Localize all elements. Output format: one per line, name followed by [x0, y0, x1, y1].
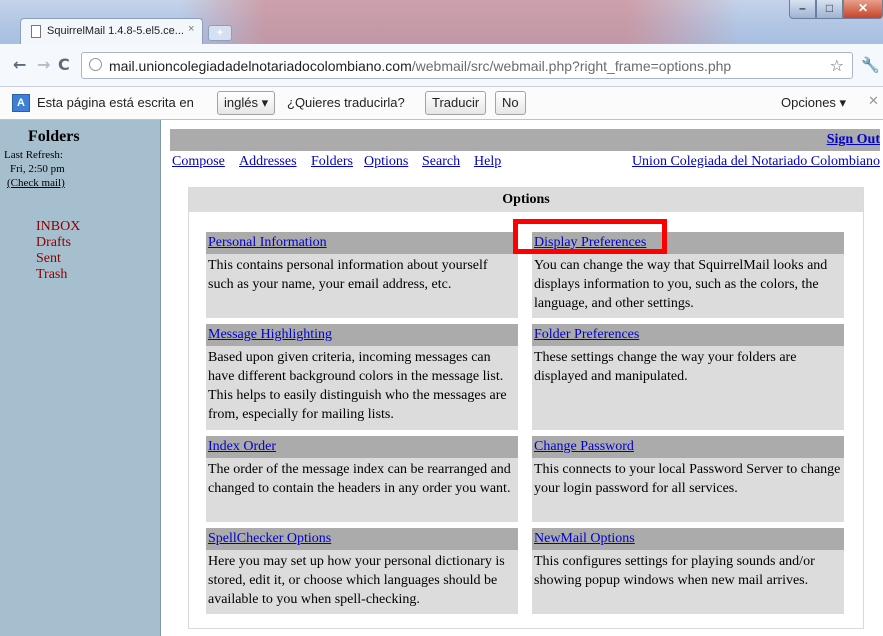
option-title-link[interactable]: Change Password [532, 436, 844, 458]
option-folder-preferences: Folder Preferences These settings change… [532, 324, 844, 430]
translate-message: Esta página está escrita en [37, 95, 194, 110]
folder-sidebar: Folders Last Refresh: Fri, 2:50 pm (Chec… [0, 120, 161, 636]
nav-options[interactable]: Options [364, 154, 408, 170]
folders-heading: Folders [28, 128, 80, 145]
translate-button[interactable]: Traducir [425, 91, 487, 115]
tab-title: SquirrelMail 1.4.8-5.el5.ce... [47, 25, 184, 37]
option-title-link[interactable]: Index Order [206, 436, 518, 458]
folder-trash[interactable]: Trash [36, 267, 67, 283]
option-description: Here you may set up how your personal di… [208, 554, 505, 607]
options-heading: Options [189, 188, 863, 212]
globe-icon [89, 58, 102, 71]
no-translate-button[interactable]: No [495, 91, 526, 115]
option-description: These settings change the way your folde… [534, 350, 797, 384]
option-personal-information: Personal Information This contains perso… [206, 232, 518, 318]
option-spellchecker-options: SpellChecker Options Here you may set up… [206, 528, 518, 614]
infobar-close-icon[interactable]: ✕ [868, 94, 879, 109]
browser-toolbar: ← → C mail.unioncolegiadadelnotariadocol… [0, 44, 883, 87]
forward-arrow-icon[interactable]: → [37, 55, 50, 74]
address-bar[interactable]: mail.unioncolegiadadelnotariadocolombian… [81, 52, 853, 79]
option-title-link[interactable]: Message Highlighting [206, 324, 518, 346]
browser-tab[interactable]: SquirrelMail 1.4.8-5.el5.ce... × [20, 18, 203, 44]
option-message-highlighting: Message Highlighting Based upon given cr… [206, 324, 518, 430]
url-path: /webmail/src/webmail.php?right_frame=opt… [411, 58, 732, 74]
sign-out-link[interactable]: Sign Out [827, 132, 880, 148]
folder-drafts[interactable]: Drafts [36, 235, 71, 251]
wrench-icon[interactable]: 🔧 [861, 56, 880, 74]
back-arrow-icon[interactable]: ← [13, 55, 26, 74]
bookmark-star-icon[interactable]: ☆ [830, 56, 844, 75]
option-description: This connects to your local Password Ser… [534, 462, 841, 496]
translate-options-button[interactable]: Opciones ▾ [781, 95, 846, 111]
nav-folders[interactable]: Folders [311, 154, 353, 170]
option-title-link[interactable]: Folder Preferences [532, 324, 844, 346]
tab-close-icon[interactable]: × [188, 23, 194, 35]
language-select[interactable]: inglés ▾ [217, 91, 276, 115]
url-text: mail.unioncolegiadadelnotariadocolombian… [109, 58, 731, 74]
title-bar-decoration [180, 0, 740, 44]
option-description: This configures settings for playing sou… [534, 554, 815, 588]
translate-infobar: A Esta página está escrita en inglés ▾ ¿… [0, 87, 883, 120]
browser-chrome: SquirrelMail 1.4.8-5.el5.ce... × + – □ ✕… [0, 0, 883, 120]
option-description: The order of the message index can be re… [208, 462, 511, 496]
option-index-order: Index Order The order of the message ind… [206, 436, 518, 522]
top-bar: Sign Out [170, 129, 880, 151]
new-tab-button[interactable]: + [208, 25, 232, 41]
translate-icon: A [12, 94, 30, 112]
organization-link[interactable]: Union Colegiada del Notariado Colombiano [632, 154, 880, 170]
option-description: Based upon given criteria, incoming mess… [208, 350, 507, 422]
option-title-link[interactable]: SpellChecker Options [206, 528, 518, 550]
close-window-button[interactable]: ✕ [843, 0, 883, 19]
title-bar: SquirrelMail 1.4.8-5.el5.ce... × + – □ ✕ [0, 0, 883, 44]
option-newmail-options: NewMail Options This configures settings… [532, 528, 844, 614]
maximize-button[interactable]: □ [816, 0, 843, 19]
folder-sent[interactable]: Sent [36, 251, 61, 267]
option-description: This contains personal information about… [208, 258, 488, 292]
page-icon [31, 25, 41, 38]
reload-icon[interactable]: C [58, 55, 70, 74]
main-frame: Sign Out Compose Addresses Folders Optio… [161, 120, 883, 636]
check-mail-link[interactable]: (Check mail) [7, 177, 65, 189]
last-refresh-label: Last Refresh: [4, 149, 63, 161]
option-change-password: Change Password This connects to your lo… [532, 436, 844, 522]
nav-help[interactable]: Help [474, 154, 501, 170]
option-description: You can change the way that SquirrelMail… [534, 258, 828, 311]
nav-compose[interactable]: Compose [172, 154, 225, 170]
translate-question: ¿Quieres traducirla? [287, 95, 405, 110]
option-title-link[interactable]: NewMail Options [532, 528, 844, 550]
last-refresh-time: Fri, 2:50 pm [10, 163, 65, 175]
url-host: mail.unioncolegiadadelnotariadocolombian… [109, 58, 412, 74]
folder-inbox[interactable]: INBOX [36, 219, 80, 235]
minimize-button[interactable]: – [789, 0, 816, 19]
highlight-annotation-box [513, 219, 667, 254]
nav-addresses[interactable]: Addresses [239, 154, 297, 170]
option-title-link[interactable]: Personal Information [206, 232, 518, 254]
nav-search[interactable]: Search [422, 154, 460, 170]
